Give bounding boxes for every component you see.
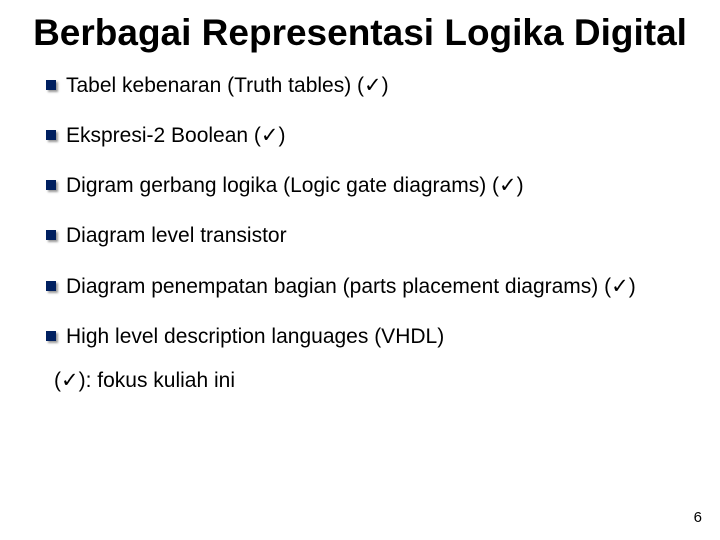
bullet-icon xyxy=(46,180,56,190)
bullet-icon xyxy=(46,230,56,240)
bullet-list: Tabel kebenaran (Truth tables) (✓) Ekspr… xyxy=(28,73,692,351)
bullet-icon xyxy=(46,281,56,291)
bullet-icon xyxy=(46,130,56,140)
bullet-icon xyxy=(46,331,56,341)
list-item: Tabel kebenaran (Truth tables) (✓) xyxy=(46,73,692,99)
list-item: Diagram penempatan bagian (parts placeme… xyxy=(46,274,692,300)
list-item-text: Digram gerbang logika (Logic gate diagra… xyxy=(66,174,524,197)
list-item-text: Diagram penempatan bagian (parts placeme… xyxy=(66,275,636,298)
list-item-text: Tabel kebenaran (Truth tables) (✓) xyxy=(66,74,389,97)
slide: Berbagai Representasi Logika Digital Tab… xyxy=(0,0,720,540)
list-item: Diagram level transistor xyxy=(46,223,692,249)
list-item-text: Ekspresi-2 Boolean (✓) xyxy=(66,124,286,147)
list-item: Digram gerbang logika (Logic gate diagra… xyxy=(46,173,692,199)
bullet-icon xyxy=(46,80,56,90)
list-item: Ekspresi-2 Boolean (✓) xyxy=(46,123,692,149)
page-number: 6 xyxy=(694,509,702,526)
page-title: Berbagai Representasi Logika Digital xyxy=(28,12,692,55)
list-item-text: Diagram level transistor xyxy=(66,224,287,247)
list-item-text: High level description languages (VHDL) xyxy=(66,325,444,348)
list-item: High level description languages (VHDL) xyxy=(46,324,692,350)
footnote: (✓): fokus kuliah ini xyxy=(28,368,692,393)
